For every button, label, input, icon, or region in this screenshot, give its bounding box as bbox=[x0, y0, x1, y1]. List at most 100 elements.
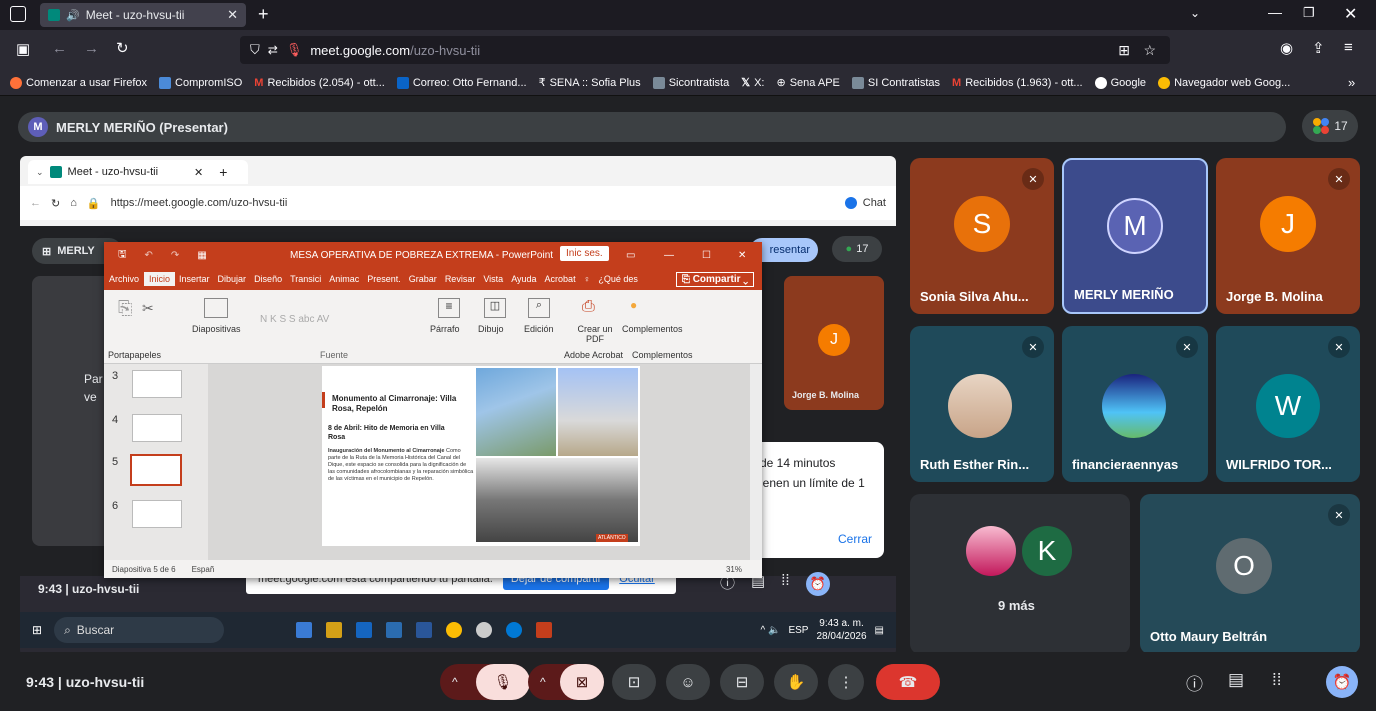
emoji-icon: ☺ bbox=[680, 673, 696, 691]
bookmark-item[interactable]: Google bbox=[1089, 76, 1152, 89]
url-bar[interactable]: ⛉ ⇄ 🎙 meet.google.com/uzo-hvsu-tii ⊞ ☆ bbox=[240, 36, 1170, 64]
back-icon[interactable]: ← bbox=[52, 40, 67, 57]
more-vert-icon: ⋮ bbox=[838, 674, 854, 691]
reactions-button[interactable]: ☺ bbox=[666, 664, 710, 700]
participants-button[interactable]: 17 bbox=[1302, 110, 1358, 142]
reload-icon[interactable]: ↻ bbox=[116, 39, 129, 57]
close-tab-icon[interactable]: ✕ bbox=[227, 7, 238, 23]
participant-avatar: S bbox=[954, 196, 1010, 252]
more-bookmarks-icon[interactable]: » bbox=[1348, 75, 1355, 90]
bookmark-item[interactable]: Sicontratista bbox=[647, 76, 736, 89]
activities-icon[interactable]: ⁞⁞ bbox=[1272, 670, 1281, 690]
bookmark-star-icon[interactable]: ☆ bbox=[1143, 42, 1156, 59]
new-tab-icon[interactable]: + bbox=[258, 4, 269, 25]
ppt-current-slide: Monumento al Cimarronaje: Villa Rosa, Re… bbox=[322, 366, 640, 546]
participant-name: Otto Maury Beltrán bbox=[1150, 629, 1268, 644]
bookmark-item[interactable]: Correo: Otto Fernand... bbox=[391, 76, 533, 89]
browser-tab-title: Meet - uzo-hvsu-tii bbox=[85, 8, 185, 22]
menu-icon[interactable]: ≡ bbox=[1344, 39, 1353, 56]
bookmark-item[interactable]: Navegador web Goog... bbox=[1152, 76, 1296, 89]
taskbar-apps bbox=[296, 622, 553, 638]
tab-overview-icon[interactable] bbox=[10, 6, 26, 22]
gmail-icon: M bbox=[254, 76, 264, 89]
browser-tab-active[interactable]: 🔊 Meet - uzo-hvsu-tii ✕ bbox=[40, 3, 246, 27]
taskbar-search: ⌕ Buscar bbox=[54, 617, 225, 643]
present-button[interactable]: ⊡ bbox=[612, 664, 656, 700]
muted-mic-icon: ✕ bbox=[1176, 336, 1198, 358]
x-icon: 𝕏 bbox=[741, 77, 751, 89]
captions-button[interactable]: ⊟ bbox=[720, 664, 764, 700]
bookmark-item[interactable]: ₹ SENA :: Sofia Plus bbox=[533, 76, 647, 90]
close-window-icon[interactable]: ✕ bbox=[1344, 4, 1357, 24]
windows-start-icon: ⊞ bbox=[32, 623, 43, 637]
gmail-icon: M bbox=[952, 76, 962, 89]
chrome-icon bbox=[1158, 76, 1171, 89]
taskbar-tray: ^ 🔈 ESP 9:43 a. m. 28/04/2026 ▤ bbox=[760, 618, 884, 642]
sena-icon: ₹ bbox=[538, 77, 546, 89]
permissions-icon[interactable]: ⇄ bbox=[268, 43, 278, 57]
participant-name: MERLY MERIÑO bbox=[1074, 287, 1174, 302]
camera-off-icon[interactable]: ⊠ bbox=[560, 664, 604, 700]
participant-tile-wilfrido[interactable]: ✕ W WILFRIDO TOR... bbox=[1216, 326, 1360, 482]
inner-jorge-tile: J Jorge B. Molina bbox=[784, 276, 884, 410]
leave-call-button[interactable]: ☎ bbox=[876, 664, 940, 700]
participant-name: Sonia Silva Ahu... bbox=[920, 289, 1029, 304]
minimize-window-icon[interactable]: — bbox=[1268, 4, 1282, 20]
participant-tile-sonia[interactable]: ✕ S Sonia Silva Ahu... bbox=[910, 158, 1054, 314]
meet-favicon-icon bbox=[49, 166, 62, 178]
mic-options-icon[interactable]: ^ bbox=[452, 675, 458, 689]
windows-taskbar: ⊞ ⌕ Buscar ^ 🔈 ESP 9:43 a. m. 28/04/2026 ▤ bbox=[20, 612, 896, 648]
meet-favicon-icon bbox=[48, 9, 60, 21]
inner-participants: ● 17 bbox=[832, 236, 882, 262]
more-options-button[interactable]: ⋮ bbox=[828, 664, 864, 700]
participant-tile-jorge[interactable]: ✕ J Jorge B. Molina bbox=[1216, 158, 1360, 314]
presenter-bar[interactable]: M MERLY MERIÑO (Presentar) bbox=[18, 112, 1286, 142]
participant-count: 17 bbox=[1334, 119, 1348, 133]
mail-icon bbox=[396, 76, 409, 89]
forward-icon[interactable]: → bbox=[84, 40, 99, 57]
firefox-icon bbox=[10, 76, 22, 89]
hand-icon: ✋ bbox=[786, 674, 806, 691]
list-tabs-icon[interactable]: ⌄ bbox=[1190, 6, 1200, 20]
bookmark-item[interactable]: ⊕ Sena APE bbox=[771, 76, 846, 90]
extensions-icon[interactable]: ⇪ bbox=[1312, 39, 1325, 57]
participant-avatar: K bbox=[1022, 526, 1072, 576]
ppt-share-button: ⎘ Compartir ⌄ bbox=[675, 271, 754, 287]
participant-tile-merly[interactable]: M MERLY MERIÑO bbox=[1062, 158, 1208, 314]
mic-off-icon[interactable]: 🎙 bbox=[476, 664, 530, 700]
bookmark-item[interactable]: Comenzar a usar Firefox bbox=[4, 76, 153, 89]
audio-playing-icon[interactable]: 🔊 bbox=[66, 9, 80, 22]
bookmark-item[interactable]: 𝕏 X: bbox=[735, 76, 770, 90]
bookmark-item[interactable]: M Recibidos (1.963) - ott... bbox=[946, 77, 1089, 89]
ppt-menu-bar: Archivo Inicio Insertar Dibujar Diseño Tran… bbox=[104, 268, 762, 290]
meet-main: M MERLY MERIÑO (Presentar) 17 ⌄ Meet - u… bbox=[0, 96, 1376, 711]
timer-icon[interactable]: ⏰ bbox=[1326, 666, 1358, 698]
chat-icon[interactable]: ▤ bbox=[1228, 670, 1244, 690]
ppt-slide-area: Monumento al Cimarronaje: Villa Rosa, Re… bbox=[208, 364, 762, 560]
bookmark-item[interactable]: SI Contratistas bbox=[846, 76, 946, 89]
account-icon[interactable]: ◉ bbox=[1280, 39, 1293, 57]
bookmark-item[interactable]: CompromISO bbox=[153, 76, 248, 89]
raise-hand-button[interactable]: ✋ bbox=[774, 664, 818, 700]
participant-tile-ruth[interactable]: ✕ Ruth Esther Rin... bbox=[910, 326, 1054, 482]
participant-avatar: O bbox=[1216, 538, 1272, 594]
participant-tile-more[interactable]: K 9 más bbox=[910, 494, 1130, 654]
globe-icon: ⊕ bbox=[776, 77, 786, 89]
meeting-details-icon[interactable]: ⓘ bbox=[1186, 670, 1203, 695]
camera-options-icon[interactable]: ^ bbox=[540, 675, 546, 689]
sidebar-icon[interactable]: ▣ bbox=[16, 40, 30, 58]
reader-view-icon[interactable]: ⊞ bbox=[1118, 42, 1130, 59]
participant-tile-otto[interactable]: ✕ O Otto Maury Beltrán bbox=[1140, 494, 1360, 654]
microphone-active-icon[interactable]: 🎙 bbox=[286, 42, 303, 58]
ppt-ribbon: ⎘ ✂ Diapositivas N K S S abc AV ≡ Párraf… bbox=[104, 290, 762, 364]
browser-tab-bar: 🔊 Meet - uzo-hvsu-tii ✕ + ⌄ — ❐ ✕ bbox=[0, 0, 1376, 30]
ppt-title-bar: 🖫 ↶ ↷ ▦ MESA OPERATIVA DE POBREZA EXTREMA -… bbox=[104, 242, 762, 268]
ppt-signin-button: Inic ses. bbox=[560, 246, 609, 261]
participant-name: WILFRIDO TOR... bbox=[1226, 457, 1332, 472]
mic-control-group: ^ 🎙 bbox=[440, 664, 530, 700]
restore-window-icon[interactable]: ❐ bbox=[1303, 5, 1315, 21]
bookmark-item[interactable]: M Recibidos (2.054) - ott... bbox=[248, 77, 391, 89]
shield-icon[interactable]: ⛉ bbox=[250, 42, 260, 58]
sicontratista-icon bbox=[652, 76, 665, 89]
participant-tile-financiera[interactable]: ✕ financieraennyas bbox=[1062, 326, 1208, 482]
